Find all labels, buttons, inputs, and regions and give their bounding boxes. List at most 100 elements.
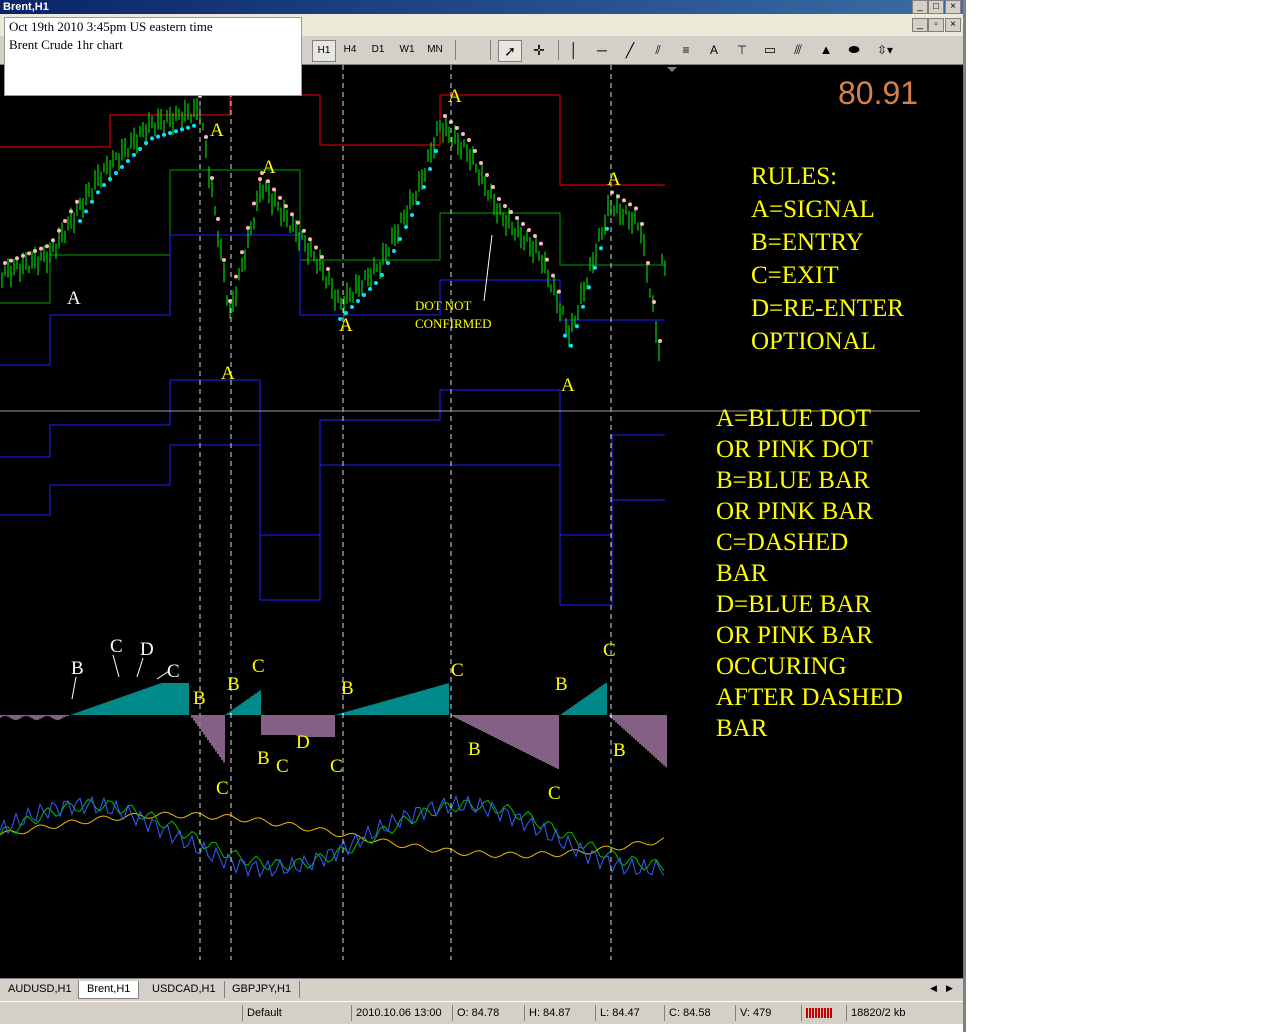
pointer-line: [71, 676, 77, 700]
pink-dot: [461, 132, 465, 136]
pink-dot: [234, 274, 238, 279]
fibonacci-icon[interactable]: ≡: [676, 40, 696, 60]
rules-line: C=EXIT: [751, 262, 839, 289]
channel-icon[interactable]: ⫻: [788, 40, 808, 60]
definition-line: OR PINK DOT: [716, 436, 873, 463]
blue-dot: [132, 153, 136, 157]
note-line: Brent Crude 1hr chart: [9, 37, 123, 52]
blue-dot: [78, 219, 82, 223]
pink-dot: [266, 179, 270, 184]
pink-dot: [9, 258, 13, 263]
pink-dot: [27, 251, 31, 256]
gann-icon[interactable]: ⫽: [648, 40, 668, 60]
period-mn-button[interactable]: MN: [423, 40, 447, 60]
pink-dot: [39, 246, 43, 251]
tab-audusd[interactable]: AUDUSD,H1: [0, 981, 81, 998]
blue-dot: [563, 333, 567, 338]
pink-dot: [216, 217, 220, 221]
hist-label-b: B: [468, 739, 481, 760]
child-restore-button[interactable]: ▫: [928, 18, 944, 32]
pink-dot: [640, 222, 644, 226]
signal-label-a: A: [339, 315, 353, 336]
status-profile: Default: [242, 1005, 351, 1021]
blue-dot: [150, 136, 154, 141]
chart-shift-marker[interactable]: [667, 67, 677, 72]
signal-label-a: A: [221, 363, 235, 384]
pink-dot: [3, 261, 7, 265]
pink-dot: [509, 210, 513, 214]
blue-dot: [422, 185, 426, 189]
hist-label-c: C: [451, 660, 464, 681]
blue-dot: [162, 132, 166, 137]
period-w1-button[interactable]: W1: [395, 40, 419, 60]
rules-line: OPTIONAL: [751, 328, 876, 355]
period-d1-button[interactable]: D1: [366, 40, 390, 60]
text-label-icon[interactable]: ⊤: [732, 40, 752, 60]
rectangle-icon[interactable]: ▭: [760, 40, 780, 60]
blue-dot: [90, 199, 94, 204]
hist-label-c: C: [603, 640, 616, 661]
price-channels: [0, 94, 665, 606]
blue-dot: [192, 123, 196, 128]
triangle-icon[interactable]: ▲: [816, 40, 836, 60]
tab-brent[interactable]: Brent,H1: [78, 981, 140, 999]
cursor-icon[interactable]: ➚: [498, 40, 522, 62]
tab-gbpjpy[interactable]: GBPJPY,H1: [224, 981, 301, 998]
definition-line: BAR: [716, 560, 768, 587]
pink-dot: [320, 255, 324, 259]
blue-dot: [108, 177, 112, 181]
rules-line: A=SIGNAL: [751, 196, 875, 223]
blue-dot: [434, 149, 438, 153]
hist-label-b: B: [193, 688, 206, 709]
hist-label-c: C: [252, 656, 265, 677]
dot-note-line: CONFIRMED: [415, 316, 492, 331]
period-h1-button[interactable]: H1: [312, 40, 336, 62]
trendline-icon[interactable]: ╱: [620, 40, 640, 60]
definition-line: A=BLUE DOT: [716, 405, 872, 432]
ellipse-icon[interactable]: ⬬: [844, 40, 864, 60]
close-button[interactable]: ×: [945, 0, 961, 14]
pink-dot: [551, 273, 555, 278]
text-icon[interactable]: A: [704, 40, 724, 60]
horizontal-line-icon[interactable]: ─: [592, 40, 612, 60]
annotation-note-box[interactable]: Oct 19th 2010 3:45pm US eastern time Bre…: [4, 17, 302, 96]
tab-scroll-left-icon[interactable]: ◀: [930, 983, 937, 994]
hist-label-b: B: [613, 740, 626, 761]
blue-dot: [398, 237, 402, 241]
pink-dot: [63, 219, 67, 223]
pink-dot: [443, 114, 447, 118]
tab-usdcad[interactable]: USDCAD,H1: [144, 981, 225, 998]
blue-dot: [605, 226, 609, 231]
minimize-button[interactable]: _: [912, 0, 928, 14]
blue-dot: [599, 246, 603, 251]
pink-dot: [652, 300, 656, 304]
hist-label-c: C: [548, 783, 561, 804]
chart-area[interactable]: 80.91 RULES: A=SIGNAL B=ENTRY C=EXIT D=R…: [0, 65, 963, 978]
pink-dot: [75, 199, 79, 204]
vertical-line-icon[interactable]: │: [564, 40, 584, 60]
child-close-button[interactable]: ×: [945, 18, 961, 32]
toolbar-separator: [558, 40, 559, 60]
blue-dot: [138, 147, 142, 151]
tab-scroll-right-icon[interactable]: ▶: [946, 983, 953, 994]
blue-dot: [120, 165, 124, 169]
signal-label-a: A: [448, 86, 462, 107]
blue-dot: [350, 305, 354, 309]
pink-dot: [21, 253, 25, 258]
hist-label-d: D: [296, 732, 310, 753]
crosshair-icon[interactable]: ✛: [528, 40, 550, 60]
pink-dot: [634, 206, 638, 211]
pink-dot: [314, 245, 318, 250]
pink-dot: [210, 176, 214, 180]
arrows-icon[interactable]: ⇳▾: [872, 40, 898, 60]
status-low: L: 84.47: [595, 1005, 664, 1021]
status-high: H: 84.87: [524, 1005, 597, 1021]
blue-dot: [392, 249, 396, 253]
period-h4-button[interactable]: H4: [338, 40, 362, 60]
blue-dot: [114, 171, 118, 175]
child-minimize-button[interactable]: _: [912, 18, 928, 32]
pink-dot: [658, 339, 662, 343]
maximize-button[interactable]: □: [928, 0, 944, 14]
window-title-bar: Brent,H1 _ □ ×: [0, 0, 966, 14]
pink-dot: [222, 258, 226, 262]
